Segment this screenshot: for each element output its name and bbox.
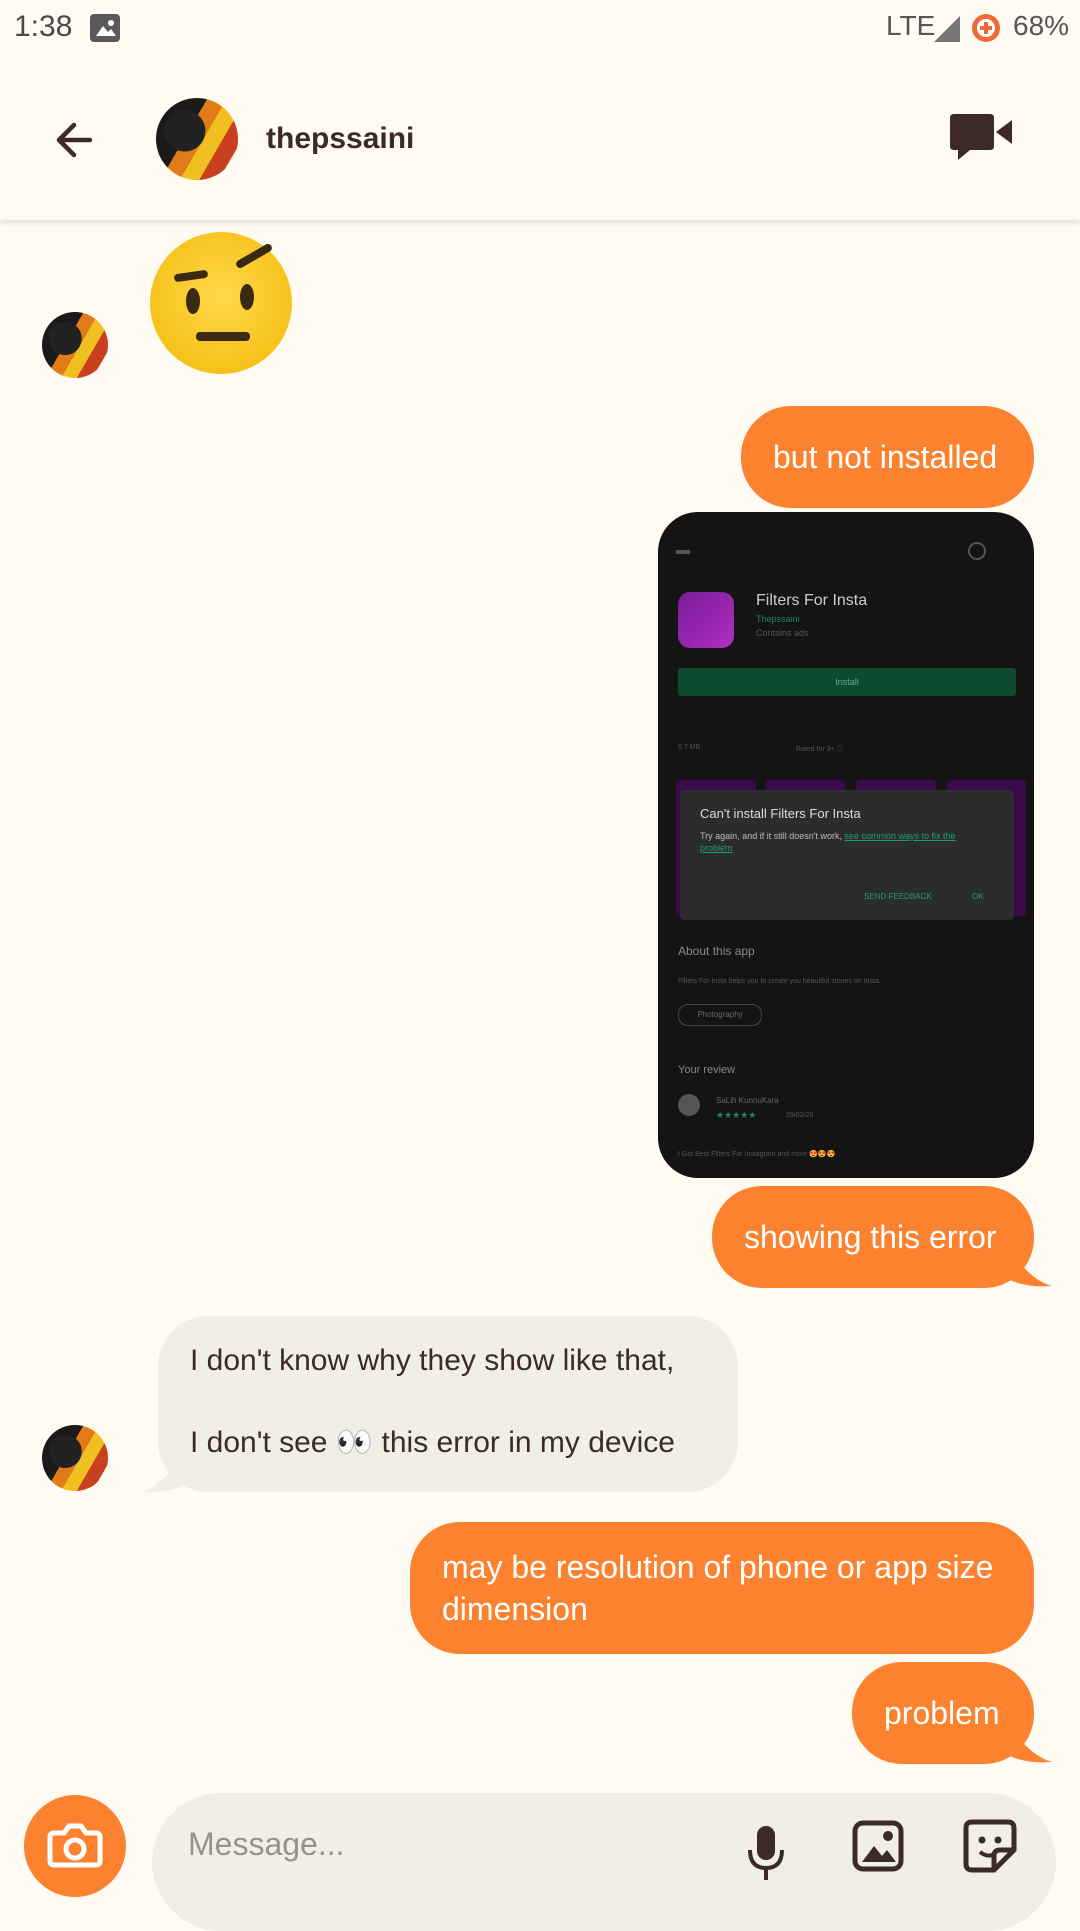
status-time: 1:38: [14, 10, 73, 43]
battery-saver-icon: [970, 12, 1002, 44]
signal-icon: [932, 14, 962, 44]
status-bar: 1:38 LTE 68%: [0, 0, 1080, 60]
camera-icon: [47, 1823, 103, 1868]
contact-avatar[interactable]: [156, 98, 238, 180]
sticker-button[interactable]: [962, 1818, 1018, 1874]
review-text: I Got Best Filters For Instagram and mor…: [678, 1151, 836, 1158]
received-message[interactable]: I don't know why they show like that, I …: [158, 1316, 738, 1492]
dialog-body: Try again, and if it still doesn't work,…: [700, 830, 990, 854]
contains-ads: Contains ads: [756, 628, 809, 638]
received-line: I don't know why they show like that,: [190, 1344, 675, 1377]
image-icon: [852, 1820, 904, 1872]
gallery-button[interactable]: [852, 1820, 904, 1872]
install-button[interactable]: Install: [678, 668, 1016, 696]
microphone-icon: [748, 1826, 784, 1880]
sent-message[interactable]: problem: [852, 1662, 1034, 1764]
send-feedback-button[interactable]: SEND FEEDBACK: [864, 892, 932, 901]
message-input[interactable]: Message...: [188, 1826, 345, 1863]
ok-button[interactable]: OK: [972, 892, 984, 901]
bubble-tail: [1010, 1250, 1052, 1287]
sent-message[interactable]: but not installed: [741, 406, 1034, 508]
camera-button[interactable]: [24, 1795, 126, 1897]
arrow-left-icon: [56, 122, 93, 158]
video-call-button[interactable]: [946, 112, 1016, 164]
category-label: Photography: [697, 1010, 743, 1019]
dialog-body-text: Try again, and if it still doesn't work,: [700, 831, 842, 841]
received-line: I don't see 👀 this error in my device: [190, 1426, 675, 1459]
video-camera-icon: [950, 114, 1012, 160]
sender-avatar[interactable]: [42, 312, 108, 378]
sent-message[interactable]: may be resolution of phone or app size d…: [410, 1522, 1034, 1654]
content-rating: Rated for 3+ ⓘ: [796, 746, 844, 753]
category-chip: Photography: [678, 1004, 762, 1026]
app-size: 6.7 MB: [678, 744, 701, 751]
install-label: Install: [835, 677, 859, 687]
back-button[interactable]: [48, 110, 108, 170]
app-name: Filters For Insta: [756, 592, 868, 609]
search-icon: [968, 542, 986, 560]
error-screenshot-image[interactable]: Filters For Insta Thepssaini Contains ad…: [658, 512, 1034, 1178]
app-icon: [678, 592, 734, 648]
bubble-tail: [1010, 1726, 1052, 1763]
sent-message[interactable]: showing this error: [712, 1186, 1034, 1288]
battery-level: 68%: [1013, 10, 1070, 41]
gallery-notification-icon: [90, 14, 120, 42]
review-date: 29/02/20: [786, 1112, 814, 1119]
developer-name: Thepssaini: [756, 614, 800, 624]
sticker-icon: [963, 1819, 1017, 1873]
network-type: LTE: [886, 10, 936, 41]
contact-name[interactable]: thepssaini: [266, 122, 414, 156]
dialog-title: Can't install Filters For Insta: [700, 806, 861, 821]
reviewer-avatar: [678, 1094, 700, 1116]
about-title: About this app: [678, 944, 755, 958]
microphone-button[interactable]: [742, 1822, 790, 1886]
about-text: Filters For Insta helps you to create yo…: [678, 978, 881, 985]
arrow-left-icon: [676, 550, 690, 554]
sender-avatar[interactable]: [42, 1425, 108, 1491]
raised-eyebrow-emoji: [150, 232, 292, 374]
reviewer-name: SaLih KunnuKara: [716, 1096, 779, 1105]
your-review-title: Your review: [678, 1064, 736, 1076]
star-rating-icon: ★★★★★: [716, 1110, 757, 1120]
error-dialog: Can't install Filters For Insta Try agai…: [680, 790, 1014, 920]
